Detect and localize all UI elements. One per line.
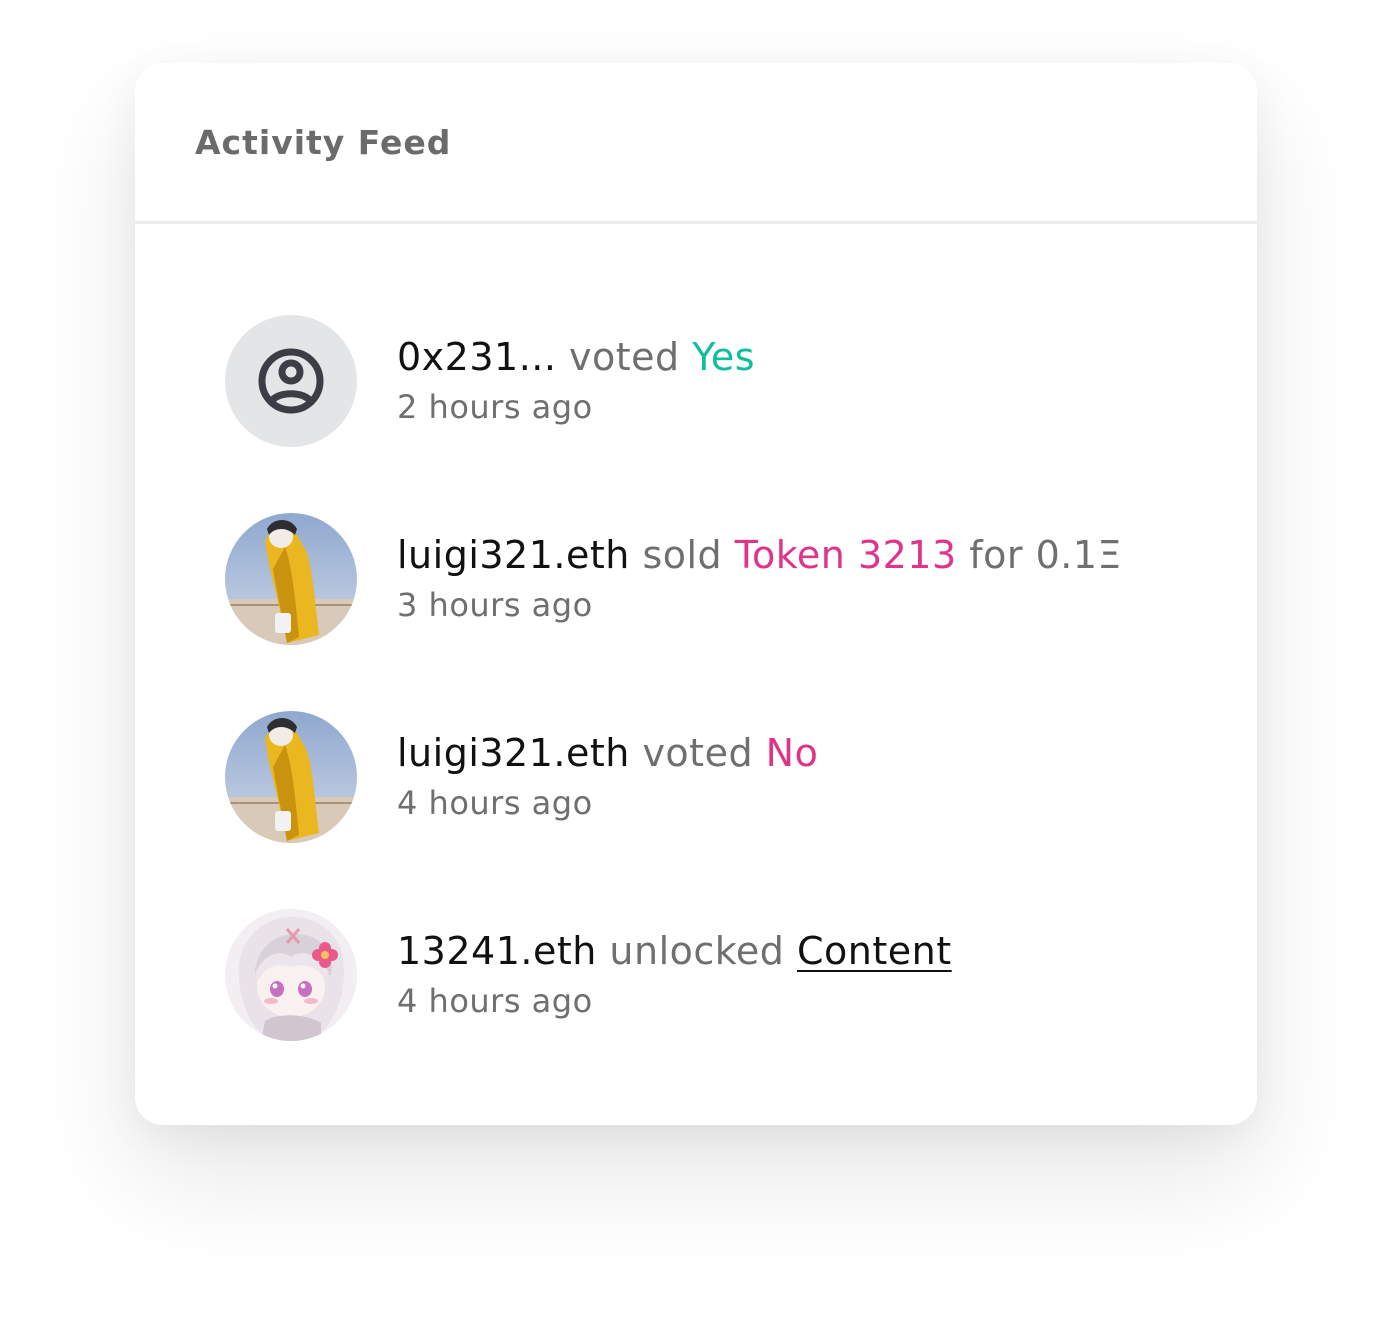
- feed-item-text: 0x231... voted Yes 2 hours ago: [397, 333, 755, 427]
- avatar[interactable]: [225, 513, 357, 645]
- avatar-yellow-raincoat: [225, 711, 357, 843]
- actor-name[interactable]: luigi321.eth: [397, 731, 630, 775]
- feed-item-headline: 0x231... voted Yes: [397, 333, 755, 381]
- avatar-anime-girl: [225, 909, 357, 1041]
- content-link[interactable]: Content: [797, 929, 952, 973]
- feed-item-text: 13241.eth unlocked Content 4 hours ago: [397, 927, 952, 1021]
- action-verb: unlocked: [596, 929, 798, 973]
- user-circle-icon: [258, 348, 324, 414]
- card-header: Activity Feed: [135, 63, 1257, 224]
- avatar[interactable]: [225, 909, 357, 1041]
- feed-item: 0x231... voted Yes 2 hours ago: [225, 315, 1185, 447]
- timestamp: 2 hours ago: [397, 388, 593, 426]
- activity-feed-card: Activity Feed 0x231... voted Yes 2 hours…: [135, 63, 1257, 1125]
- feed-item: luigi321.eth sold Token 3213 for 0.1Ξ 3 …: [225, 513, 1185, 645]
- feed-item: luigi321.eth voted No 4 hours ago: [225, 711, 1185, 843]
- vote-value: Yes: [692, 335, 756, 379]
- feed-item-text: luigi321.eth sold Token 3213 for 0.1Ξ 3 …: [397, 531, 1122, 625]
- feed-item-headline: 13241.eth unlocked Content: [397, 927, 952, 975]
- avatar[interactable]: [225, 315, 357, 447]
- action-verb: voted: [556, 335, 693, 379]
- timestamp: 4 hours ago: [397, 982, 593, 1020]
- card-title: Activity Feed: [195, 123, 452, 162]
- actor-name[interactable]: 0x231...: [397, 335, 556, 379]
- action-verb: sold: [629, 533, 735, 577]
- timestamp: 4 hours ago: [397, 784, 593, 822]
- actor-name[interactable]: 13241.eth: [397, 929, 597, 973]
- price-text: for 0.1Ξ: [956, 533, 1123, 577]
- avatar[interactable]: [225, 711, 357, 843]
- vote-value: No: [765, 731, 819, 775]
- avatar-yellow-raincoat: [225, 513, 357, 645]
- token-link[interactable]: Token 3213: [735, 533, 957, 577]
- feed-item-headline: luigi321.eth sold Token 3213 for 0.1Ξ: [397, 531, 1122, 579]
- timestamp: 3 hours ago: [397, 586, 593, 624]
- feed-item-headline: luigi321.eth voted No: [397, 729, 818, 777]
- action-verb: voted: [629, 731, 766, 775]
- actor-name[interactable]: luigi321.eth: [397, 533, 630, 577]
- feed-item: 13241.eth unlocked Content 4 hours ago: [225, 909, 1185, 1041]
- feed-item-text: luigi321.eth voted No 4 hours ago: [397, 729, 818, 823]
